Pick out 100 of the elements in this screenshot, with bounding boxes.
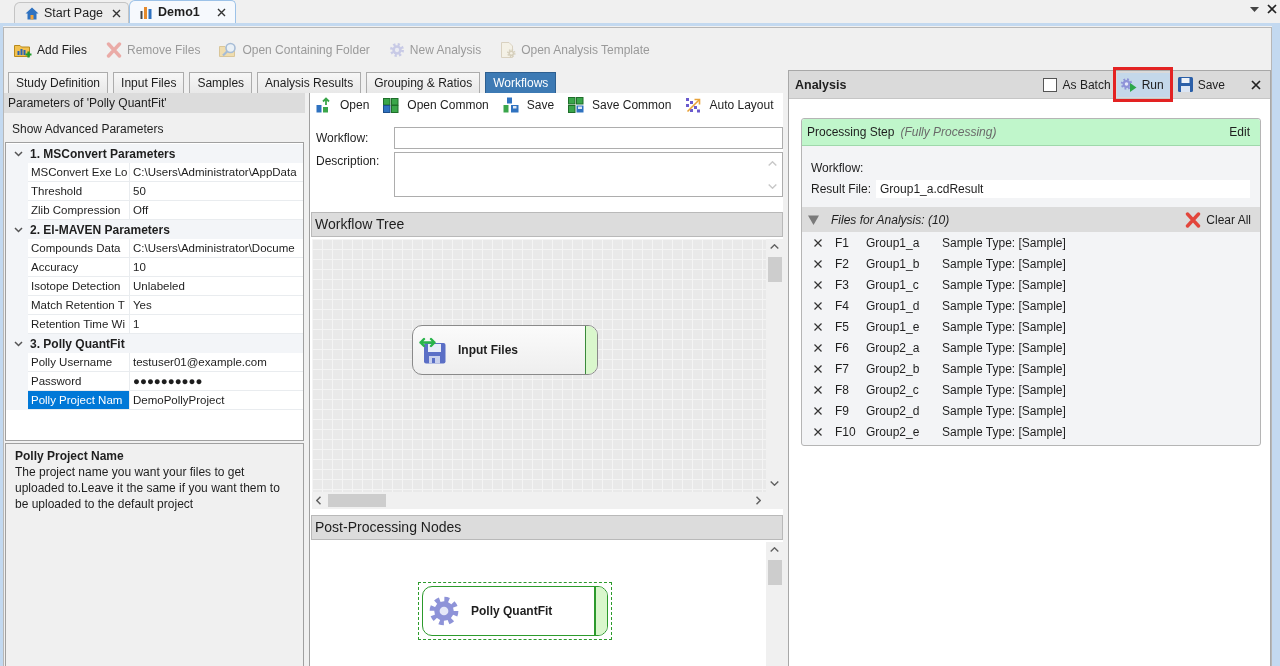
panel-title: Analysis (795, 77, 847, 92)
sample-type: Sample Type: [Sample] (942, 340, 1067, 355)
file-id: F6 (835, 340, 850, 355)
scroll-left-icon[interactable] (316, 496, 321, 505)
view-tab[interactable]: Input Files (113, 72, 185, 93)
cross-icon[interactable] (814, 280, 822, 289)
file-name: Group2_e (866, 424, 921, 439)
close-icon[interactable] (1267, 4, 1277, 14)
sample-type: Sample Type: [Sample] (942, 298, 1067, 313)
workflow-node[interactable]: Polly QuantFit (418, 582, 612, 640)
property-value[interactable]: 10 (130, 258, 303, 277)
scrollbar-thumb[interactable] (767, 257, 782, 282)
cross-icon[interactable] (814, 343, 822, 352)
sample-type: Sample Type: [Sample] (942, 256, 1067, 271)
scroll-right-icon[interactable] (756, 496, 761, 505)
auto-layout-button[interactable]: Auto Layout (685, 97, 774, 113)
file-name: Group1_c (866, 277, 920, 292)
section-header: Post-Processing Nodes (311, 515, 783, 540)
scrollbar[interactable] (312, 492, 783, 509)
scroll-up-icon[interactable] (770, 244, 779, 249)
open-common-button[interactable]: Open Common (383, 97, 489, 113)
property-value[interactable]: ●●●●●●●●●● (130, 372, 303, 391)
panel-title: Parameters of 'Polly QuantFit' (4, 93, 305, 113)
run-button[interactable]: Run (1116, 72, 1170, 97)
file-id: F3 (835, 277, 850, 292)
property-value[interactable]: Unlabeled (130, 277, 303, 296)
document-tab[interactable]: Start Page (14, 2, 130, 23)
section-header: Workflow Tree (311, 212, 783, 237)
file-name: Group1_d (866, 298, 921, 313)
view-tab[interactable]: Analysis Results (257, 72, 362, 93)
cross-icon[interactable] (814, 301, 822, 310)
checkbox-label[interactable]: As Batch (1062, 77, 1111, 92)
advanced-parameters-button[interactable]: Show Advanced Parameters (4, 118, 305, 140)
view-tab[interactable]: Workflows (485, 72, 557, 93)
property-value[interactable]: 50 (130, 182, 303, 201)
scrollbar[interactable] (766, 542, 783, 666)
step-mode: (Fully Processing) (900, 125, 997, 139)
cross-icon[interactable] (814, 406, 822, 415)
file-id: F4 (835, 298, 850, 313)
file-name: Group1_e (866, 319, 921, 334)
gear-icon (388, 42, 405, 58)
property-value[interactable]: 1 (130, 315, 303, 334)
cross-icon[interactable] (814, 238, 822, 247)
chevron-down-icon[interactable] (13, 226, 23, 233)
scroll-up-icon[interactable] (770, 547, 779, 552)
step-title: Processing Step (807, 125, 895, 139)
document-tab[interactable]: Demo1 (129, 0, 236, 23)
chevron-down-icon[interactable] (13, 150, 23, 157)
scrollbar-thumb[interactable] (328, 494, 386, 507)
workflow-node[interactable]: Input Files (412, 325, 598, 375)
property-value[interactable]: DemoPollyProject (130, 391, 303, 410)
property-name[interactable]: Compounds Data (28, 239, 130, 258)
property-name[interactable]: Threshold (28, 182, 130, 201)
edit-button[interactable]: Edit (1229, 125, 1250, 139)
property-name[interactable]: Accuracy (28, 258, 130, 277)
property-name[interactable]: Password (28, 372, 130, 391)
workflow-field[interactable] (394, 127, 783, 149)
property-value[interactable]: C:\Users\Administrator\AppData (130, 163, 303, 182)
view-tab[interactable]: Samples (189, 72, 253, 93)
house-icon (25, 6, 39, 20)
folder-plus-icon (14, 42, 32, 58)
cross-icon[interactable] (814, 322, 822, 331)
cross-icon[interactable] (814, 364, 822, 373)
open-button[interactable]: Open (316, 97, 370, 113)
clear-all-button[interactable]: Clear All (1185, 211, 1251, 228)
close-icon[interactable] (112, 8, 122, 18)
property-name[interactable]: Polly Project Nam (28, 391, 130, 410)
scrollbar-thumb[interactable] (767, 560, 782, 585)
property-value[interactable]: Off (130, 201, 303, 220)
view-tab[interactable]: Grouping & Ratios (366, 72, 481, 93)
property-value[interactable]: C:\Users\Administrator\Docume (130, 239, 303, 258)
cross-icon (1185, 211, 1202, 228)
cross-icon[interactable] (814, 259, 822, 268)
property-value[interactable]: Yes (130, 296, 303, 315)
property-name[interactable]: Polly Username (28, 353, 130, 372)
result-file-field[interactable]: Group1_a.cdResult (876, 180, 1250, 198)
close-icon[interactable] (1251, 79, 1261, 90)
property-name[interactable]: Retention Time Wi (28, 315, 130, 334)
cross-icon[interactable] (814, 385, 822, 394)
cross-icon[interactable] (814, 427, 822, 436)
property-name[interactable]: Match Retention T (28, 296, 130, 315)
property-name[interactable]: MSConvert Exe Lo (28, 163, 130, 182)
checkbox[interactable] (1042, 77, 1057, 92)
property-name[interactable]: Zlib Compression (28, 201, 130, 220)
category-header[interactable]: 3. Polly QuantFit (6, 334, 303, 353)
property-name[interactable]: Isotope Detection (28, 277, 130, 296)
property-value[interactable]: testuser01@example.com (130, 353, 303, 372)
save-common-button[interactable]: Save Common (568, 97, 672, 113)
save-button[interactable]: Save (1174, 72, 1231, 97)
close-icon[interactable] (216, 7, 226, 17)
category-header[interactable]: 1. MSConvert Parameters (6, 144, 303, 163)
category-header[interactable]: 2. El-MAVEN Parameters (6, 220, 303, 239)
caret-icon[interactable] (1250, 6, 1259, 12)
scroll-down-icon[interactable] (770, 481, 779, 486)
triangle-down-icon[interactable] (808, 214, 819, 225)
view-tab[interactable]: Study Definition (8, 72, 109, 93)
save-button[interactable]: Save (502, 97, 555, 113)
add-files-button[interactable]: Add Files (14, 42, 88, 58)
chevron-down-icon[interactable] (13, 340, 23, 347)
sample-type: Sample Type: [Sample] (942, 424, 1067, 439)
